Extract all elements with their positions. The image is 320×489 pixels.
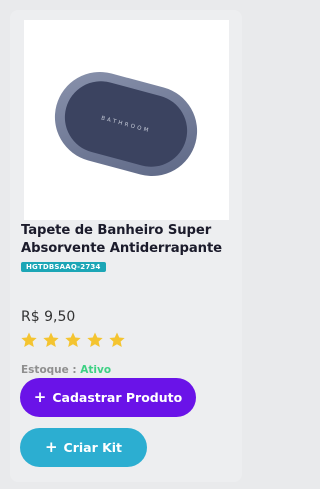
star-icon — [87, 332, 103, 347]
product-title: Tapete de Banheiro Super Absorvente Anti… — [21, 223, 223, 256]
star-icon — [65, 332, 81, 347]
star-icon — [43, 332, 59, 347]
stock-label: Estoque : — [21, 364, 77, 376]
product-image[interactable]: BATHROOM — [24, 20, 229, 220]
stock-status: Estoque : Ativo — [21, 364, 111, 376]
register-product-button[interactable]: + Cadastrar Produto — [20, 378, 196, 417]
bath-mat-image: BATHROOM — [54, 72, 198, 176]
product-card: BATHROOM Tapete de Banheiro Super Absorv… — [10, 10, 242, 482]
create-kit-button[interactable]: + Criar Kit — [20, 428, 147, 467]
create-kit-label: Criar Kit — [63, 440, 123, 455]
star-icon — [109, 332, 125, 347]
plus-icon: + — [33, 388, 47, 406]
sku-badge: HGTDBSAAQ-2734 — [21, 262, 106, 272]
plus-icon: + — [44, 438, 58, 456]
star-icon — [21, 332, 37, 347]
product-price: R$ 9,50 — [21, 309, 76, 325]
stock-value: Ativo — [80, 364, 112, 376]
register-product-label: Cadastrar Produto — [52, 390, 183, 405]
